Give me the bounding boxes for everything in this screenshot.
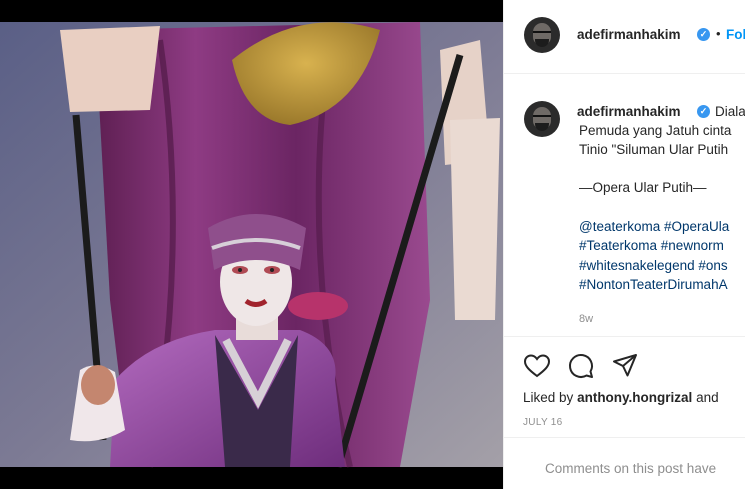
hashtag-link[interactable]: @teaterkoma #OperaUla — [579, 219, 729, 234]
caption-author-username-link[interactable]: adefirmanhakim — [577, 104, 681, 119]
share-icon[interactable] — [611, 352, 639, 380]
post-date[interactable]: JULY 16 — [523, 417, 563, 428]
verified-badge-icon: ✓ — [697, 105, 710, 118]
heart-icon[interactable] — [523, 352, 551, 380]
post-photo[interactable] — [0, 0, 503, 489]
caption-text-line: Tinio "Siluman Ular Putih — [579, 142, 729, 157]
caption-text-line: Diala — [715, 104, 745, 119]
caption-text-line: —Opera Ular Putih— — [579, 180, 707, 195]
hashtag-link[interactable]: #Teaterkoma #newnorm — [579, 238, 724, 253]
follow-button[interactable]: Follow — [726, 27, 745, 42]
caption-timestamp[interactable]: 8w — [579, 313, 593, 325]
hashtag-link[interactable]: #whitesnakelegend #ons — [579, 258, 728, 273]
likes-summary: Liked by anthony.hongrizal and — [523, 390, 719, 405]
caption-author-avatar[interactable] — [524, 101, 560, 137]
liked-by-user-link[interactable]: anthony.hongrizal — [577, 390, 692, 405]
hashtag-link[interactable]: #NontonTeaterDirumahA — [579, 277, 728, 292]
liked-by-prefix: Liked by — [523, 390, 574, 405]
comment-icon[interactable] — [567, 352, 595, 380]
liked-by-suffix: and — [696, 390, 719, 405]
comments-limited-notice: Comments on this post have — [504, 437, 745, 489]
post-header: adefirmanhakim ✓ • Follow — [504, 0, 745, 74]
post-image — [0, 0, 503, 489]
post-actions: Liked by anthony.hongrizal and JULY 16 — [504, 336, 745, 436]
post-side-panel: adefirmanhakim ✓ • Follow adefirmanhakim… — [503, 0, 745, 489]
verified-badge-icon: ✓ — [697, 28, 710, 41]
comments-limited-text: Comments on this post have — [545, 461, 717, 476]
header-separator: • — [716, 26, 721, 41]
caption-comment: adefirmanhakim ✓ Diala Pemuda yang Jatuh… — [504, 74, 745, 336]
author-avatar[interactable] — [524, 17, 560, 53]
author-username-link[interactable]: adefirmanhakim — [577, 27, 681, 42]
caption-text-line: Pemuda yang Jatuh cinta — [579, 123, 732, 138]
